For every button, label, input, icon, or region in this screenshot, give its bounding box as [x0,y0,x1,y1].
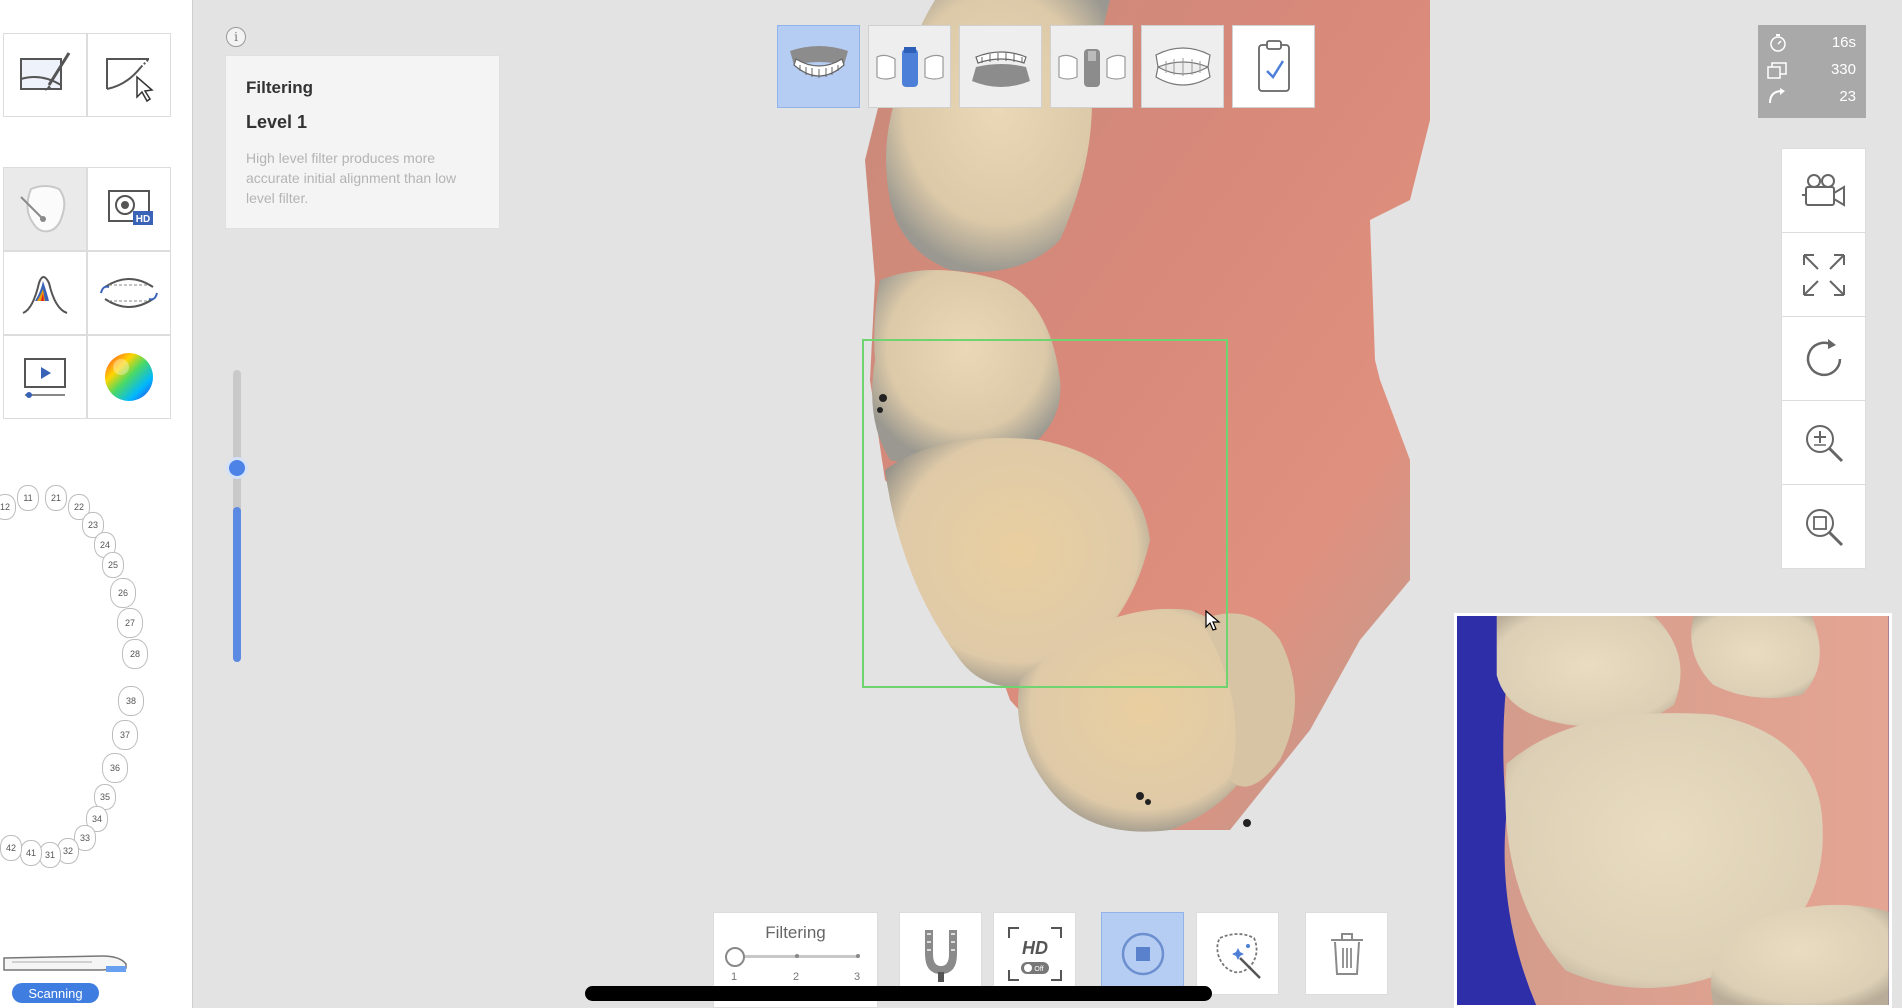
arch-tray-icon [924,929,957,982]
tooth-27[interactable]: 27 [117,608,143,638]
stage-maxilla-scanbody-button[interactable] [868,25,951,108]
zoom-in-button[interactable] [1781,400,1866,485]
select-area-icon [106,58,154,103]
stat-time-value: 16s [1831,34,1856,51]
zoom-area-button[interactable] [1781,484,1866,569]
tooth-no-scan-button[interactable] [3,167,87,251]
select-area-button[interactable] [87,33,171,117]
hd-label: HD [1022,938,1048,958]
occlusion-button[interactable] [87,251,171,335]
rotate-view-button[interactable] [1781,316,1866,401]
occlusion-icon [100,278,158,308]
stopwatch-icon [1770,34,1786,52]
tooth-21[interactable]: 21 [45,485,67,511]
stage-maxilla-button[interactable] [777,25,860,108]
camera-icon [1801,173,1845,207]
mandible-icon [971,50,1030,87]
tooth-31[interactable]: 31 [39,842,61,868]
stat-frames-value: 330 [1830,61,1856,78]
rotate-view-icon [1806,338,1841,376]
stat-rotation: 23 [1758,84,1866,110]
stop-scan-icon [1121,932,1164,975]
svg-text:HD: HD [136,214,150,225]
stage-review-button[interactable] [1232,25,1315,108]
info-title: Filtering [246,78,314,97]
scan-focus-box [862,339,1228,688]
color-sphere-icon [105,353,153,401]
filter-tick-2: 2 [793,971,800,983]
filter-tick-dot [795,954,799,958]
occlusion-stage-icon [1154,46,1211,86]
tooth-no-scan-icon [20,185,66,233]
arch-tray-button[interactable] [899,912,982,995]
tooth-37[interactable]: 37 [112,720,138,750]
stop-scan-button[interactable] [1101,912,1184,995]
filter-label: Filtering [765,923,826,942]
info-description: High level filter produces more accurate… [246,150,457,206]
trash-icon [1330,932,1363,975]
hd-toggle-state: Off [1034,966,1043,973]
hd-scan-icon: HD [108,190,153,225]
filter-slider-handle[interactable] [725,947,745,967]
maxilla-scanbody-icon [875,46,944,87]
hd-toggle-button[interactable]: HD Off [993,912,1076,995]
live-camera-preview [1454,613,1892,1008]
fit-screen-button[interactable] [1781,232,1866,317]
ai-tooth-filter-button[interactable] [1196,912,1279,995]
stage-mandible-button[interactable] [959,25,1042,108]
color-map-button[interactable] [87,335,171,419]
play-video-icon [24,358,66,398]
stat-rotation-value: 23 [1839,88,1856,105]
tooth-36[interactable]: 36 [102,753,128,783]
tooth-26[interactable]: 26 [110,578,136,608]
vertical-slider-handle[interactable] [226,457,248,479]
stat-time: 16s [1758,30,1866,56]
vertical-slider-fill [233,507,241,662]
hd-toggle-icon: HD Off [1007,926,1062,981]
edit-area-button[interactable] [3,33,87,117]
tooth-42[interactable]: 42 [0,835,22,861]
status-badge: Scanning [12,983,99,1003]
mouse-cursor-icon [1205,610,1221,631]
stat-frames: 330 [1758,57,1866,83]
filter-tick-dot [856,954,860,958]
clipboard-check-icon [1257,39,1290,92]
mandible-scanbody-icon [1057,48,1126,87]
tooth-28[interactable]: 28 [122,639,148,669]
info-icon[interactable]: i [226,27,246,47]
left-sidebar: HD 12 11 21 22 23 24 25 26 27 28 38 37 3… [0,0,193,1008]
frames-icon [1767,62,1787,79]
stage-mandible-scanbody-button[interactable] [1050,25,1133,108]
stage-occlusion-button[interactable] [1141,25,1224,108]
filter-tick-1: 1 [731,971,738,983]
home-indicator [585,986,1212,1001]
maxilla-icon [789,45,848,78]
tooth-38[interactable]: 38 [118,686,144,716]
record-video-button[interactable] [1781,148,1866,233]
hd-scan-button[interactable]: HD [87,167,171,251]
shade-cone-icon [22,276,68,314]
scan-stats-panel: 16s 330 23 [1758,25,1866,118]
shade-cone-button[interactable] [3,251,87,335]
tooth-41[interactable]: 41 [20,840,42,866]
info-level: Level 1 [246,112,308,132]
zoom-in-icon [1805,424,1843,462]
rotation-icon [1769,88,1785,104]
tooth-11[interactable]: 11 [17,485,39,511]
ai-tooth-filter-icon [1215,932,1261,979]
tooth-12[interactable]: 12 [0,494,16,520]
edit-area-icon [20,52,71,91]
zoom-area-icon [1805,508,1843,546]
filter-tick-3: 3 [854,971,861,983]
scanner-handpiece-icon [3,955,127,972]
delete-button[interactable] [1305,912,1388,995]
tooth-25[interactable]: 25 [102,552,124,578]
info-panel: Filtering Level 1 High level filter prod… [225,55,500,229]
fit-screen-icon [1802,253,1845,296]
play-video-button[interactable] [3,335,87,419]
